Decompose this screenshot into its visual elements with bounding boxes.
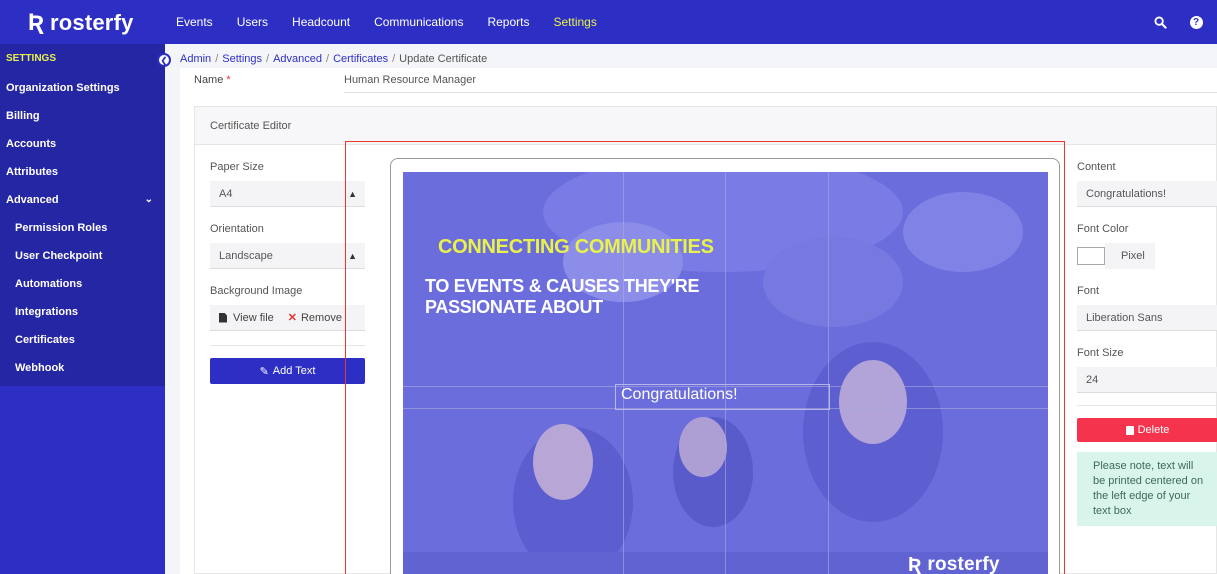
sidebar-item-permission-roles[interactable]: Permission Roles <box>0 214 165 242</box>
info-note: Please note, text will be printed center… <box>1077 452 1217 526</box>
certificate-canvas-frame: CONNECTING COMMUNITIES TO EVENTS & CAUSE… <box>345 141 1065 574</box>
top-navbar: Ʀ rosterfy Events Users Headcount Commun… <box>0 0 1217 44</box>
editor-title: Certificate Editor <box>195 107 1216 145</box>
orientation-value: Landscape <box>219 250 273 262</box>
sidebar-item-attributes[interactable]: Attributes <box>0 158 165 186</box>
sidebar-item-accounts[interactable]: Accounts <box>0 130 165 158</box>
text-properties-column: Content Congratulations! Font Color Pixe… <box>1077 157 1217 526</box>
font-size-label: Font Size <box>1077 347 1124 359</box>
sidebar-item-certificates[interactable]: Certificates <box>0 326 165 354</box>
name-label: Name * <box>194 74 231 86</box>
pencil-icon: ✎ <box>259 365 269 378</box>
font-color-label: Font Color <box>1077 223 1129 235</box>
paper-size-value: A4 <box>219 188 233 200</box>
trash-icon <box>1125 425 1134 435</box>
settings-sidebar: SETTINGS Organization Settings Billing A… <box>0 44 165 574</box>
search-icon[interactable] <box>1151 13 1169 31</box>
sidebar-collapse-button[interactable]: ❮ <box>157 53 171 67</box>
divider <box>1077 405 1217 406</box>
breadcrumb-current: Update Certificate <box>399 53 488 65</box>
help-icon[interactable]: ? <box>1187 13 1205 31</box>
file-icon <box>219 312 227 323</box>
nav-events[interactable]: Events <box>176 15 213 29</box>
sidebar-item-integrations[interactable]: Integrations <box>0 298 165 326</box>
delete-button[interactable]: Delete <box>1077 418 1217 442</box>
editor-settings-column: Paper Size A4 ▲ Orientation Landscape ▲ … <box>210 157 365 384</box>
remove-link[interactable]: Remove <box>301 312 342 324</box>
sidebar-item-advanced-label: Advanced <box>6 194 59 206</box>
certificate-editor-card: Certificate Editor Paper Size A4 ▲ Orien… <box>194 106 1217 574</box>
certificate-logo: Ʀ rosterfy <box>908 554 1000 574</box>
background-image-actions: View file ✕ Remove <box>210 305 365 331</box>
breadcrumb-separator: / <box>326 53 330 65</box>
rosterfy-logo[interactable]: Ʀ rosterfy <box>28 10 134 36</box>
sidebar-item-advanced[interactable]: Advanced ⌄ <box>0 186 165 214</box>
delete-label: Delete <box>1137 424 1170 436</box>
orientation-label: Orientation <box>210 223 264 235</box>
logo-icon: Ʀ <box>28 9 45 36</box>
main-nav: Events Users Headcount Communications Re… <box>176 0 621 44</box>
required-mark: * <box>226 74 231 86</box>
content-label: Content <box>1077 161 1116 173</box>
main-content: Name * Human Resource Manager Certificat… <box>180 68 1217 574</box>
add-text-button[interactable]: ✎ Add Text <box>210 358 365 384</box>
font-color-value: Pixel <box>1105 243 1155 269</box>
content-input[interactable]: Congratulations! <box>1077 181 1217 207</box>
color-swatch[interactable] <box>1077 247 1105 265</box>
help-glyph: ? <box>1189 15 1203 29</box>
breadcrumb-advanced[interactable]: Advanced <box>273 53 322 65</box>
nav-communications[interactable]: Communications <box>374 15 463 29</box>
certificate-paper: CONNECTING COMMUNITIES TO EVENTS & CAUSE… <box>390 158 1060 574</box>
breadcrumb-separator: / <box>215 53 219 65</box>
logo-text: rosterfy <box>50 10 134 35</box>
paper-size-select[interactable]: A4 ▲ <box>210 181 365 207</box>
guide-line-vertical <box>623 172 624 574</box>
breadcrumb-separator: / <box>392 53 396 65</box>
divider <box>210 345 365 346</box>
sidebar-item-webhook[interactable]: Webhook <box>0 354 165 382</box>
sidebar-menu: SETTINGS Organization Settings Billing A… <box>0 44 165 386</box>
font-select[interactable]: Liberation Sans <box>1077 305 1217 331</box>
nav-reports[interactable]: Reports <box>487 15 529 29</box>
name-label-text: Name <box>194 74 224 86</box>
subheadline-line-2: PASSIONATE ABOUT <box>425 297 603 317</box>
top-icons: ? <box>1133 13 1205 31</box>
font-size-input[interactable]: 24 <box>1077 367 1217 393</box>
certificate-text-element[interactable]: Congratulations! <box>621 386 738 404</box>
sidebar-item-automations[interactable]: Automations <box>0 270 165 298</box>
font-label: Font <box>1077 285 1100 297</box>
certificate-preview[interactable]: CONNECTING COMMUNITIES TO EVENTS & CAUSE… <box>403 172 1048 574</box>
logo-icon: Ʀ <box>908 554 922 574</box>
remove-icon[interactable]: ✕ <box>288 311 297 324</box>
guide-line-vertical <box>828 172 829 574</box>
chevron-down-icon: ⌄ <box>144 194 153 205</box>
sidebar-item-user-checkpoint[interactable]: User Checkpoint <box>0 242 165 270</box>
guide-line-vertical <box>725 172 726 574</box>
name-input-underline <box>344 92 1217 93</box>
subheadline-line-1: TO EVENTS & CAUSES THEY'RE <box>425 276 700 296</box>
font-color-picker[interactable]: Pixel <box>1077 243 1217 269</box>
breadcrumb-settings[interactable]: Settings <box>222 53 262 65</box>
certificate-subheadline: TO EVENTS & CAUSES THEY'RE PASSIONATE AB… <box>425 276 700 318</box>
add-text-label: Add Text <box>272 365 316 377</box>
view-file-link[interactable]: View file <box>233 312 274 324</box>
sidebar-heading: SETTINGS <box>6 53 57 64</box>
sidebar-item-organization-settings[interactable]: Organization Settings <box>0 74 165 102</box>
breadcrumb-certificates[interactable]: Certificates <box>333 53 388 65</box>
background-image-label: Background Image <box>210 285 303 297</box>
nav-settings[interactable]: Settings <box>553 15 596 29</box>
orientation-select[interactable]: Landscape ▲ <box>210 243 365 269</box>
breadcrumb: Admin / Settings / Advanced / Certificates / Upd… <box>180 53 487 65</box>
paper-size-label: Paper Size <box>210 161 264 173</box>
sidebar-item-billing[interactable]: Billing <box>0 102 165 130</box>
breadcrumb-admin[interactable]: Admin <box>180 53 211 65</box>
name-input[interactable]: Human Resource Manager <box>344 74 476 86</box>
nav-headcount[interactable]: Headcount <box>292 15 350 29</box>
breadcrumb-separator: / <box>266 53 270 65</box>
certificate-headline: CONNECTING COMMUNITIES <box>438 236 714 258</box>
logo-text: rosterfy <box>927 554 1000 574</box>
nav-users[interactable]: Users <box>237 15 268 29</box>
